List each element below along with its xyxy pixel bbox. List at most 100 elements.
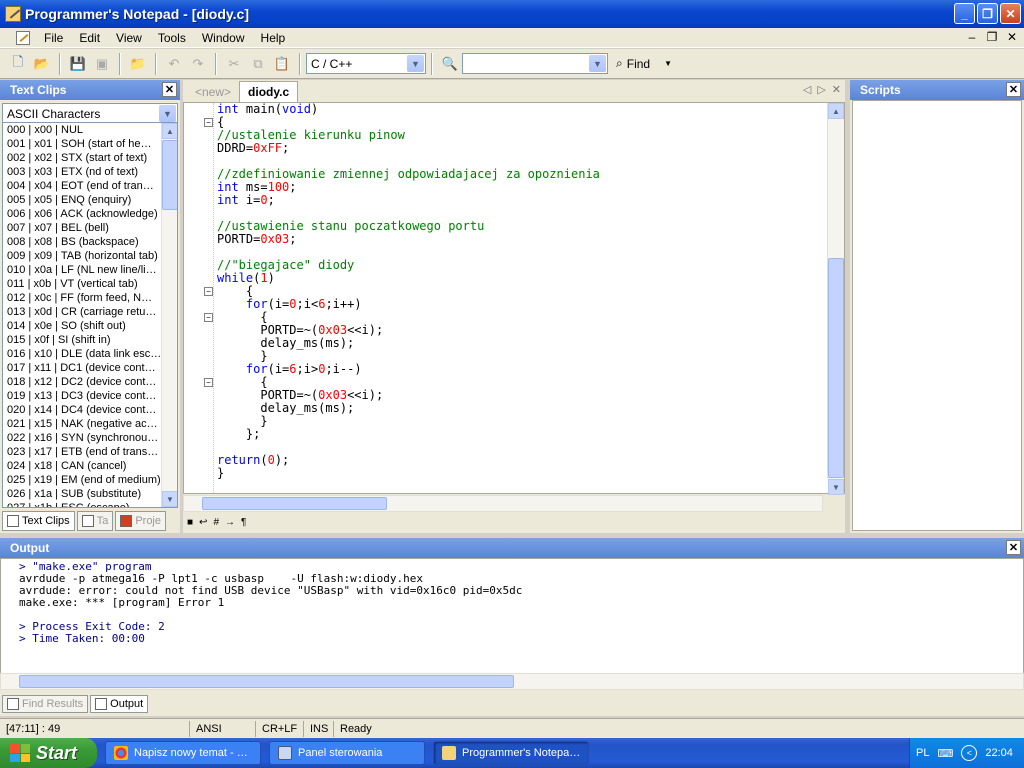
code-text[interactable]: int main(void){//ustalenie kierunku pino… (217, 103, 600, 480)
output-hscrollbar[interactable] (0, 673, 1024, 690)
scroll-thumb[interactable] (19, 675, 514, 688)
close-icon[interactable]: ✕ (1006, 82, 1021, 97)
cut-icon[interactable]: ✂ (223, 53, 245, 75)
chevron-down-icon[interactable]: ▼ (407, 55, 424, 72)
code-line[interactable]: } (217, 467, 600, 480)
clip-list-item[interactable]: 009 | x09 | TAB (horizontal tab) (3, 249, 161, 263)
paste-icon[interactable]: 📋 (271, 53, 293, 75)
code-line[interactable]: for(i=0;i<6;i++) (217, 298, 600, 311)
scheme-select[interactable]: C / C++ ▼ (306, 53, 426, 74)
output-line[interactable]: make.exe: *** [program] Error 1 (19, 597, 522, 609)
taskbar-item-browser[interactable]: Napisz nowy temat - … (105, 741, 261, 765)
menu-tools[interactable]: Tools (150, 31, 194, 45)
fold-toggle-icon[interactable]: − (204, 313, 213, 322)
code-line[interactable]: for(i=6;i>0;i--) (217, 363, 600, 376)
maximize-button[interactable]: ❐ (977, 3, 998, 24)
close-button[interactable]: ✕ (1000, 3, 1021, 24)
clip-list-item[interactable]: 025 | x19 | EM (end of medium) (3, 473, 161, 487)
tab-diody[interactable]: diody.c (239, 81, 299, 102)
title-bar[interactable]: Programmer's Notepad - [diody.c] _ ❐ ✕ (0, 0, 1024, 28)
language-indicator[interactable]: PL (916, 747, 929, 759)
taskbar-item-pnotepad[interactable]: Programmer's Notepa… (433, 741, 589, 765)
tab-text-clips[interactable]: Text Clips (2, 511, 75, 531)
whitespace-icon[interactable]: → (225, 517, 235, 528)
tab-next-icon[interactable]: ▷ (817, 83, 825, 96)
save-all-icon[interactable]: ▣ (91, 53, 113, 75)
clip-list-item[interactable]: 019 | x13 | DC3 (device cont… (3, 389, 161, 403)
close-icon[interactable]: ✕ (162, 82, 177, 97)
tab-output[interactable]: Output (90, 695, 149, 713)
eol-icon[interactable]: ¶ (241, 517, 246, 528)
clip-list-item[interactable]: 016 | x10 | DLE (data link esc… (3, 347, 161, 361)
close-icon[interactable]: ✕ (1006, 540, 1021, 555)
clip-list-item[interactable]: 015 | x0f | SI (shift in) (3, 333, 161, 347)
minimize-button[interactable]: _ (954, 3, 975, 24)
code-line[interactable]: while(1) (217, 272, 600, 285)
code-line[interactable]: delay_ms(ms); (217, 337, 600, 350)
tab-close-icon[interactable]: ✕ (832, 83, 841, 96)
code-line[interactable]: int main(void) (217, 103, 600, 116)
keyboard-icon[interactable]: ⌨ (937, 747, 953, 760)
clip-list-item[interactable]: 002 | x02 | STX (start of text) (3, 151, 161, 165)
scroll-up-icon[interactable]: ▲ (162, 123, 177, 139)
clip-list-item[interactable]: 004 | x04 | EOT (end of tran… (3, 179, 161, 193)
code-line[interactable]: PORTD=0x03; (217, 233, 600, 246)
start-button[interactable]: Start (0, 738, 97, 768)
clip-list-item[interactable]: 014 | x0e | SO (shift out) (3, 319, 161, 333)
clip-list-item[interactable]: 007 | x07 | BEL (bell) (3, 221, 161, 235)
scroll-thumb[interactable] (828, 258, 844, 478)
clip-list-item[interactable]: 024 | x18 | CAN (cancel) (3, 459, 161, 473)
doc-minimize-button[interactable]: – (964, 30, 980, 44)
output-line[interactable]: > Time Taken: 00:00 (19, 633, 522, 645)
clip-list-item[interactable]: 020 | x14 | DC4 (device cont… (3, 403, 161, 417)
clips-category-select[interactable]: ASCII Characters ▼ (2, 103, 178, 124)
copy-icon[interactable]: ⧉ (247, 53, 269, 75)
fold-margin[interactable]: − − − − (184, 103, 214, 493)
line-numbers-icon[interactable]: # (213, 517, 219, 528)
dropdown-arrow-icon[interactable]: ▼ (664, 59, 672, 68)
clip-list-item[interactable]: 008 | x08 | BS (backspace) (3, 235, 161, 249)
code-line[interactable]: delay_ms(ms); (217, 402, 600, 415)
fold-toggle-icon[interactable]: − (204, 118, 213, 127)
open-project-icon[interactable]: 📁 (127, 53, 149, 75)
open-file-icon[interactable]: 📂 (31, 53, 53, 75)
tab-new[interactable]: <new> (187, 82, 239, 102)
fold-view-icon[interactable]: ■ (187, 517, 193, 528)
fold-toggle-icon[interactable]: − (204, 287, 213, 296)
code-line[interactable]: }; (217, 428, 600, 441)
code-line[interactable]: DDRD=0xFF; (217, 142, 600, 155)
scripts-list[interactable] (852, 100, 1022, 531)
doc-restore-button[interactable]: ❐ (984, 30, 1000, 44)
search-input[interactable]: ▼ (462, 53, 608, 74)
clip-list-item[interactable]: 027 | x1b | ESC (escape) (3, 501, 161, 507)
clip-list-item[interactable]: 013 | x0d | CR (carriage retu… (3, 305, 161, 319)
clips-list[interactable]: 000 | x00 | NUL 001 | x01 | SOH (start of… (2, 122, 178, 508)
save-icon[interactable]: 💾 (67, 53, 89, 75)
output-text-area[interactable]: > "make.exe" program avrdude -p atmega16 … (0, 558, 1024, 690)
clip-list-item[interactable]: 022 | x16 | SYN (synchronou… (3, 431, 161, 445)
redo-icon[interactable]: ↷ (187, 53, 209, 75)
clip-list-item[interactable]: 001 | x01 | SOH (start of he… (3, 137, 161, 151)
clip-list-item[interactable]: 003 | x03 | ETX (nd of text) (3, 165, 161, 179)
clip-list-item[interactable]: 005 | x05 | ENQ (enquiry) (3, 193, 161, 207)
code-line[interactable]: } (217, 415, 600, 428)
tab-projects[interactable]: Proje (115, 511, 166, 531)
menu-window[interactable]: Window (194, 31, 253, 45)
code-line[interactable]: return(0); (217, 454, 600, 467)
code-line[interactable]: int i=0; (217, 194, 600, 207)
tab-tags[interactable]: Ta (76, 511, 114, 531)
editor-hscrollbar[interactable] (183, 495, 823, 512)
chevron-down-icon[interactable]: ▼ (159, 105, 176, 122)
editor-vscrollbar[interactable]: ▲ ▼ (827, 103, 844, 495)
doc-close-button[interactable]: ✕ (1004, 30, 1020, 44)
wrap-icon[interactable]: ↩ (199, 517, 207, 528)
clip-list-item[interactable]: 018 | x12 | DC2 (device cont… (3, 375, 161, 389)
code-editor[interactable]: − − − − int main(void){//ustalenie kieru… (183, 102, 845, 495)
scroll-down-icon[interactable]: ▼ (162, 491, 177, 507)
menu-file[interactable]: File (36, 31, 71, 45)
new-file-icon[interactable]: 🗋 (7, 53, 29, 75)
tab-prev-icon[interactable]: ◁ (803, 83, 811, 96)
clip-list-item[interactable]: 000 | x00 | NUL (3, 123, 161, 137)
tab-find-results[interactable]: Find Results (2, 695, 89, 713)
clip-list-item[interactable]: 026 | x1a | SUB (substitute) (3, 487, 161, 501)
